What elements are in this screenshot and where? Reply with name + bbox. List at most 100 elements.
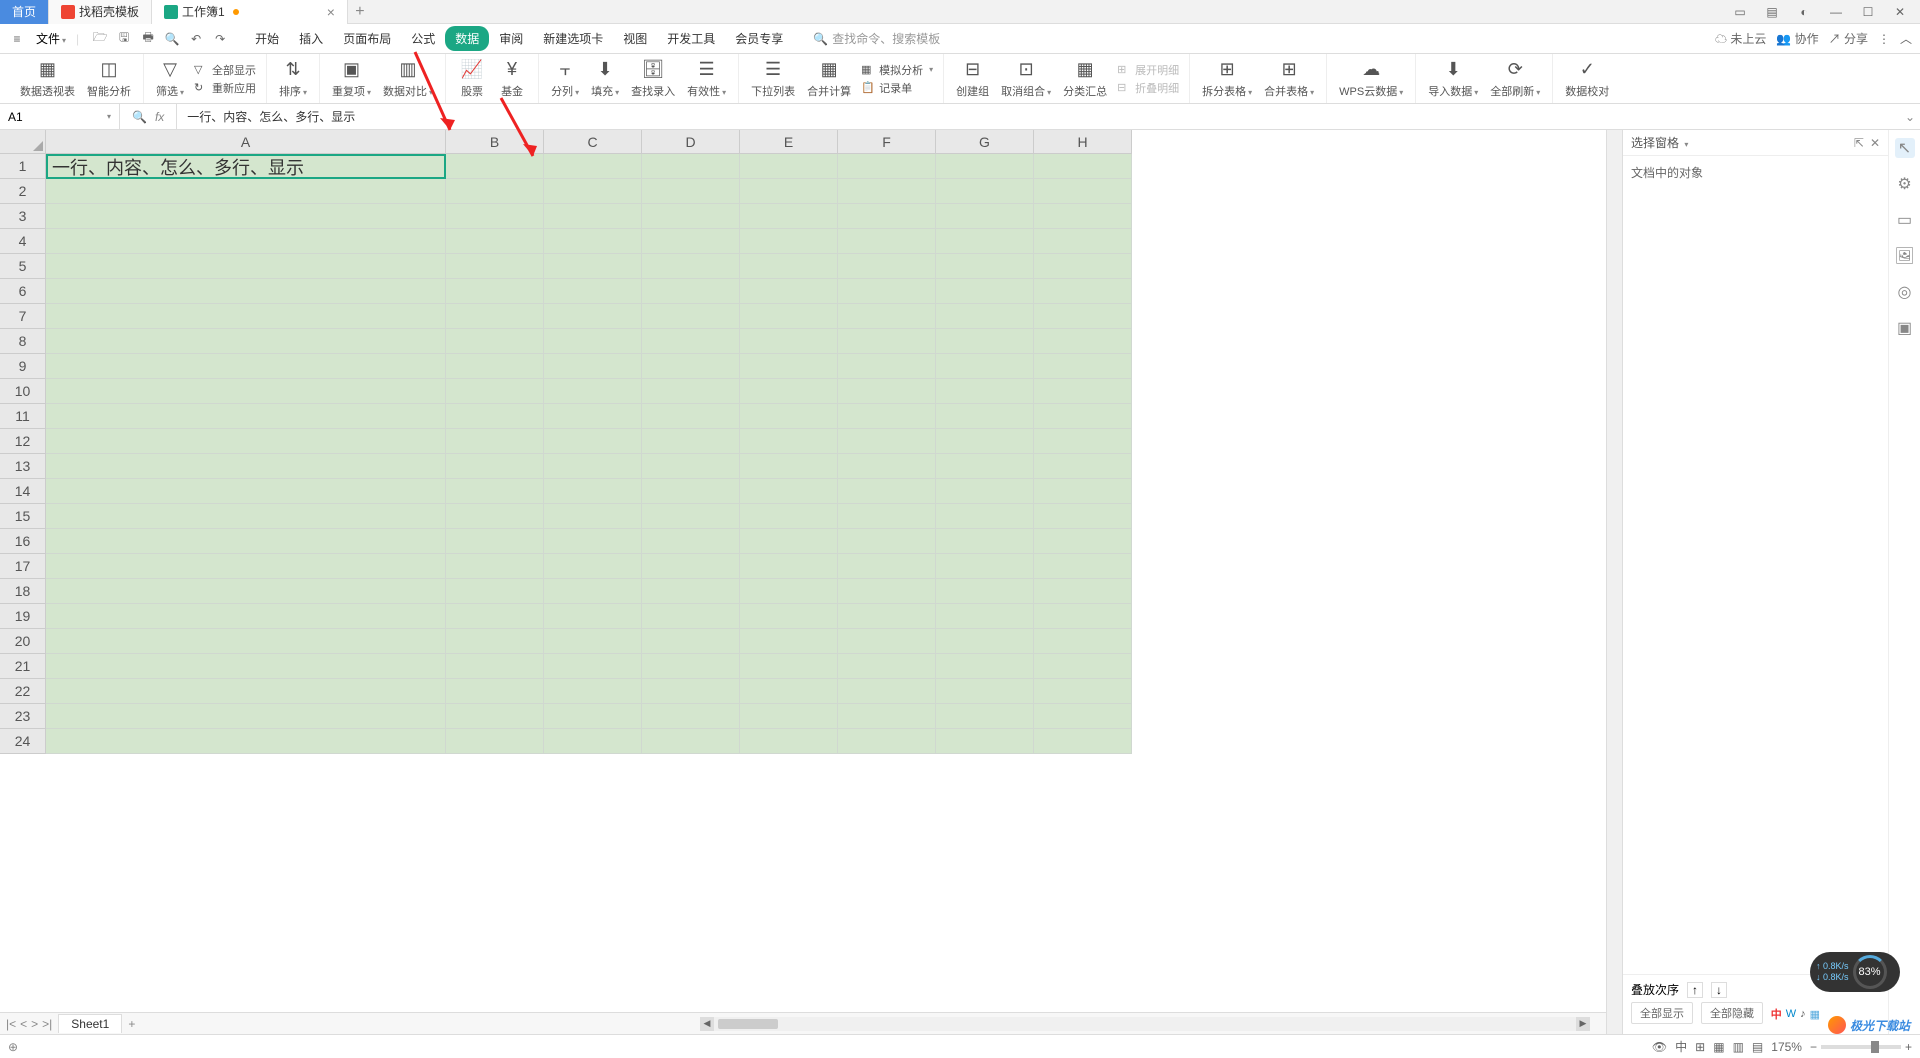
- preview-icon[interactable]: 🔍: [163, 30, 181, 48]
- cell[interactable]: [1034, 304, 1132, 329]
- cell[interactable]: [740, 354, 838, 379]
- cell[interactable]: [544, 679, 642, 704]
- merge-table-button[interactable]: ⊞合并表格▾: [1258, 57, 1320, 101]
- ungroup-button[interactable]: ⊡取消组合▾: [995, 57, 1057, 101]
- cell[interactable]: [46, 529, 446, 554]
- cell[interactable]: [642, 479, 740, 504]
- scroll-left-icon[interactable]: ◀: [700, 1017, 714, 1031]
- vertical-scrollbar[interactable]: [1606, 130, 1622, 1034]
- cell[interactable]: 一行、内容、怎么、多行、显示: [46, 154, 446, 179]
- cell[interactable]: [642, 454, 740, 479]
- sheet-nav-next-icon[interactable]: >: [31, 1017, 38, 1031]
- cell[interactable]: [936, 154, 1034, 179]
- cell[interactable]: [46, 604, 446, 629]
- cell[interactable]: [838, 379, 936, 404]
- cell[interactable]: [936, 229, 1034, 254]
- cell[interactable]: [544, 379, 642, 404]
- side-tool-3-icon[interactable]: ▭: [1895, 210, 1915, 230]
- cell[interactable]: [1034, 279, 1132, 304]
- cell[interactable]: [1034, 379, 1132, 404]
- cell[interactable]: [46, 279, 446, 304]
- menu-review[interactable]: 审阅: [489, 26, 533, 51]
- cell[interactable]: [544, 654, 642, 679]
- share-button[interactable]: ↗ 分享: [1829, 30, 1868, 47]
- cell[interactable]: [642, 429, 740, 454]
- cell[interactable]: [1034, 179, 1132, 204]
- row-header[interactable]: 18: [0, 579, 46, 604]
- cell[interactable]: [446, 504, 544, 529]
- cell[interactable]: [446, 179, 544, 204]
- open-icon[interactable]: 🗁: [91, 30, 109, 48]
- fund-button[interactable]: ¥基金: [492, 57, 532, 101]
- cell[interactable]: [740, 179, 838, 204]
- cell[interactable]: [544, 154, 642, 179]
- cell[interactable]: [936, 729, 1034, 754]
- row-header[interactable]: 10: [0, 379, 46, 404]
- cell[interactable]: [838, 529, 936, 554]
- cell[interactable]: [446, 579, 544, 604]
- cell[interactable]: [642, 554, 740, 579]
- ime-indicator[interactable]: 中: [1675, 1038, 1687, 1055]
- cell[interactable]: [544, 204, 642, 229]
- cell[interactable]: [46, 554, 446, 579]
- cell[interactable]: [446, 479, 544, 504]
- cell[interactable]: [446, 154, 544, 179]
- name-box[interactable]: A1 ▾: [0, 104, 120, 129]
- cell[interactable]: [838, 179, 936, 204]
- redo-icon[interactable]: ↷: [211, 30, 229, 48]
- add-sheet-button[interactable]: +: [122, 1017, 141, 1031]
- split-column-button[interactable]: ⫟分列▾: [545, 57, 585, 101]
- duplicates-button[interactable]: ▣重复项▾: [326, 57, 377, 101]
- cell[interactable]: [446, 704, 544, 729]
- cell[interactable]: [740, 629, 838, 654]
- cell[interactable]: [642, 279, 740, 304]
- import-data-button[interactable]: ⬇导入数据▾: [1422, 57, 1484, 101]
- cell[interactable]: [1034, 704, 1132, 729]
- cell[interactable]: [642, 604, 740, 629]
- cell[interactable]: [446, 654, 544, 679]
- cell[interactable]: [740, 454, 838, 479]
- cell[interactable]: [46, 629, 446, 654]
- cell[interactable]: [46, 254, 446, 279]
- horizontal-scrollbar[interactable]: ◀ ▶: [700, 1017, 1590, 1031]
- cell[interactable]: [544, 229, 642, 254]
- cell[interactable]: [46, 579, 446, 604]
- cell[interactable]: [642, 354, 740, 379]
- cell[interactable]: [46, 204, 446, 229]
- row-header[interactable]: 9: [0, 354, 46, 379]
- cell[interactable]: [740, 579, 838, 604]
- search-input-button[interactable]: 🗄查找录入: [625, 57, 681, 101]
- cell[interactable]: [740, 604, 838, 629]
- collab-button[interactable]: 👥 协作: [1776, 30, 1818, 47]
- cell[interactable]: [838, 354, 936, 379]
- cell[interactable]: [740, 329, 838, 354]
- file-menu[interactable]: 文件▾: [30, 28, 72, 49]
- cell[interactable]: [936, 704, 1034, 729]
- cell[interactable]: [936, 529, 1034, 554]
- panel-pin-icon[interactable]: ⇱: [1854, 136, 1864, 150]
- cell[interactable]: [1034, 429, 1132, 454]
- maximize-button[interactable]: ☐: [1856, 2, 1880, 22]
- cell[interactable]: [544, 579, 642, 604]
- col-header-a[interactable]: A: [46, 130, 446, 154]
- cell[interactable]: [642, 679, 740, 704]
- cell[interactable]: [1034, 579, 1132, 604]
- cell[interactable]: [46, 504, 446, 529]
- cell[interactable]: [838, 654, 936, 679]
- zoom-value[interactable]: 175%: [1771, 1040, 1802, 1054]
- cell[interactable]: [544, 479, 642, 504]
- cell[interactable]: [642, 704, 740, 729]
- cell[interactable]: [838, 404, 936, 429]
- cell[interactable]: [838, 554, 936, 579]
- cell[interactable]: [446, 279, 544, 304]
- cell[interactable]: [936, 329, 1034, 354]
- show-all-button[interactable]: 全部显示: [1631, 1002, 1693, 1024]
- row-header[interactable]: 13: [0, 454, 46, 479]
- zoom-out-icon[interactable]: −: [1810, 1040, 1817, 1054]
- cell[interactable]: [838, 154, 936, 179]
- cell[interactable]: [838, 579, 936, 604]
- cell[interactable]: [838, 679, 936, 704]
- move-up-icon[interactable]: ↑: [1687, 982, 1703, 998]
- cell[interactable]: [642, 379, 740, 404]
- cell[interactable]: [936, 604, 1034, 629]
